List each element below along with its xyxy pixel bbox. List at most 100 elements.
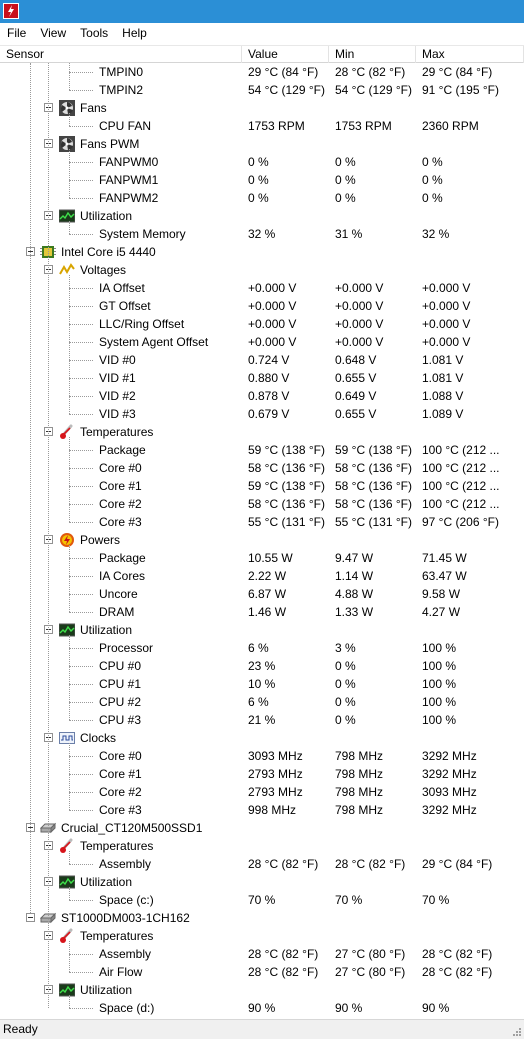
sensor-row[interactable]: FANPWM0 0 % 0 % 0 % [0,153,524,171]
resize-grip-icon[interactable] [512,1027,522,1037]
column-header: Sensor Value Min Max [0,45,524,63]
collapse-toggle-icon[interactable] [26,913,35,922]
sensor-max: 4.27 W [422,605,461,619]
sensor-row[interactable]: IA Offset +0.000 V +0.000 V +0.000 V [0,279,524,297]
sensor-row[interactable]: System Memory 32 % 31 % 32 % [0,225,524,243]
sensor-min: +0.000 V [335,335,384,349]
fan-icon [59,136,75,152]
sensor-label: Uncore [99,587,138,601]
sensor-label: Core #1 [99,479,142,493]
tree-guide-line [69,995,70,1008]
status-text: Ready [3,1022,38,1036]
tree-connector [69,702,93,703]
tree-connector [69,396,93,397]
sensor-row[interactable]: VID #0 0.724 V 0.648 V 1.081 V [0,351,524,369]
tree-group-row[interactable]: Fans [0,99,524,117]
sensor-row[interactable]: CPU #1 10 % 0 % 100 % [0,675,524,693]
sensor-row[interactable]: VID #3 0.679 V 0.655 V 1.089 V [0,405,524,423]
sensor-label: TMPIN0 [99,65,144,79]
menu-view[interactable]: View [33,23,73,44]
sensor-row[interactable]: Assembly 28 °C (82 °F) 28 °C (82 °F) 29 °C … [0,855,524,873]
sensor-max: 71.45 W [422,551,467,565]
sensor-row[interactable]: Uncore 6.87 W 4.88 W 9.58 W [0,585,524,603]
sensor-row[interactable]: Assembly 28 °C (82 °F) 27 °C (80 °F) 28 °C … [0,945,524,963]
app-logo-icon [3,3,19,19]
sensor-row[interactable]: Air Flow 28 °C (82 °F) 27 °C (80 °F) 28 °C … [0,963,524,981]
sensor-row[interactable]: TMPIN0 29 °C (84 °F) 28 °C (82 °F) 29 °C (8… [0,63,524,81]
sensor-row[interactable]: CPU #2 6 % 0 % 100 % [0,693,524,711]
sensor-max: 90 % [422,1001,450,1015]
tree-group-row[interactable]: Utilization [0,981,524,999]
sensor-row[interactable]: Core #0 58 °C (136 °F) 58 °C (136 °F) 100 °… [0,459,524,477]
sensor-row[interactable]: CPU #0 23 % 0 % 100 % [0,657,524,675]
sensor-value: 28 °C (82 °F) [248,857,319,871]
tree-group-row[interactable]: Utilization [0,207,524,225]
sensor-label: Utilization [80,623,133,637]
sensor-max: 91 °C (195 °F) [422,83,499,97]
voltage-icon [59,262,75,278]
sensor-label: IA Offset [99,281,145,295]
sensor-row[interactable]: Core #0 3093 MHz 798 MHz 3292 MHz [0,747,524,765]
tree-connector [69,522,93,523]
sensor-row[interactable]: Core #1 2793 MHz 798 MHz 3292 MHz [0,765,524,783]
tree-group-row[interactable]: Utilization [0,873,524,891]
sensor-row[interactable]: Space (c:) 70 % 70 % 70 % [0,891,524,909]
sensor-row[interactable]: Processor 6 % 3 % 100 % [0,639,524,657]
column-header-value[interactable]: Value [242,46,329,63]
column-header-sensor[interactable]: Sensor [0,46,242,63]
sensor-row[interactable]: DRAM 1.46 W 1.33 W 4.27 W [0,603,524,621]
menu-tools[interactable]: Tools [73,23,115,44]
sensor-label: Assembly [99,947,152,961]
column-header-min[interactable]: Min [329,46,416,63]
sensor-value: 2793 MHz [248,785,303,799]
tree-connector [69,342,93,343]
tree-group-row[interactable]: Fans PWM [0,135,524,153]
sensor-row[interactable]: GT Offset +0.000 V +0.000 V +0.000 V [0,297,524,315]
sensor-row[interactable]: IA Cores 2.22 W 1.14 W 63.47 W [0,567,524,585]
sensor-row[interactable]: LLC/Ring Offset +0.000 V +0.000 V +0.000 V [0,315,524,333]
sensor-label: Core #3 [99,515,142,529]
sensor-row[interactable]: VID #1 0.880 V 0.655 V 1.081 V [0,369,524,387]
sensor-row[interactable]: Core #2 2793 MHz 798 MHz 3093 MHz [0,783,524,801]
title-bar[interactable] [0,0,524,23]
sensor-min: +0.000 V [335,299,384,313]
sensor-row[interactable]: FANPWM2 0 % 0 % 0 % [0,189,524,207]
sensor-row[interactable]: Core #3 998 MHz 798 MHz 3292 MHz [0,801,524,819]
tree-connector [69,558,93,559]
sensor-row[interactable]: TMPIN2 54 °C (129 °F) 54 °C (129 °F) 91 °C … [0,81,524,99]
sensor-row[interactable]: CPU FAN 1753 RPM 1753 RPM 2360 RPM [0,117,524,135]
sensor-max: 100 °C (212 ... [422,497,500,511]
tree-group-row[interactable]: Clocks [0,729,524,747]
tree-group-row[interactable]: ST1000DM003-1CH162 [0,909,524,927]
tree-connector [69,162,93,163]
sensor-value: 29 °C (84 °F) [248,65,319,79]
sensor-row[interactable]: System Agent Offset +0.000 V +0.000 V +0.00… [0,333,524,351]
sensor-row[interactable]: Package 10.55 W 9.47 W 71.45 W [0,549,524,567]
tree-group-row[interactable]: Voltages [0,261,524,279]
tree-group-row[interactable]: Crucial_CT120M500SSD1 [0,819,524,837]
sensor-max: 100 % [422,695,457,709]
sensor-row[interactable]: Core #2 58 °C (136 °F) 58 °C (136 °F) 100 °… [0,495,524,513]
sensor-row[interactable]: Core #3 55 °C (131 °F) 55 °C (131 °F) 97 °C… [0,513,524,531]
menu-file[interactable]: File [0,23,33,44]
tree-group-row[interactable]: Utilization [0,621,524,639]
sensor-row[interactable]: FANPWM1 0 % 0 % 0 % [0,171,524,189]
sensor-row[interactable]: Space (d:) 90 % 90 % 90 % [0,999,524,1017]
sensor-value: 0.878 V [248,389,290,403]
sensor-min: 0 % [335,695,356,709]
tree-group-row[interactable]: Intel Core i5 4440 [0,243,524,261]
tree-group-row[interactable]: Powers [0,531,524,549]
tree-group-row[interactable]: Temperatures [0,423,524,441]
menu-help[interactable]: Help [115,23,154,44]
tree-group-row[interactable]: Temperatures [0,837,524,855]
sensor-row[interactable]: CPU #3 21 % 0 % 100 % [0,711,524,729]
sensor-tree[interactable]: TMPIN0 29 °C (84 °F) 28 °C (82 °F) 29 °C (8… [0,63,524,1017]
sensor-max: 100 °C (212 ... [422,461,500,475]
sensor-row[interactable]: Core #1 59 °C (138 °F) 58 °C (136 °F) 100 °… [0,477,524,495]
sensor-row[interactable]: Package 59 °C (138 °F) 59 °C (138 °F) 100 °… [0,441,524,459]
column-header-max[interactable]: Max [416,46,524,63]
sensor-value: 998 MHz [248,803,297,817]
tree-group-row[interactable]: Temperatures [0,927,524,945]
tree-connector [69,792,93,793]
sensor-row[interactable]: VID #2 0.878 V 0.649 V 1.088 V [0,387,524,405]
